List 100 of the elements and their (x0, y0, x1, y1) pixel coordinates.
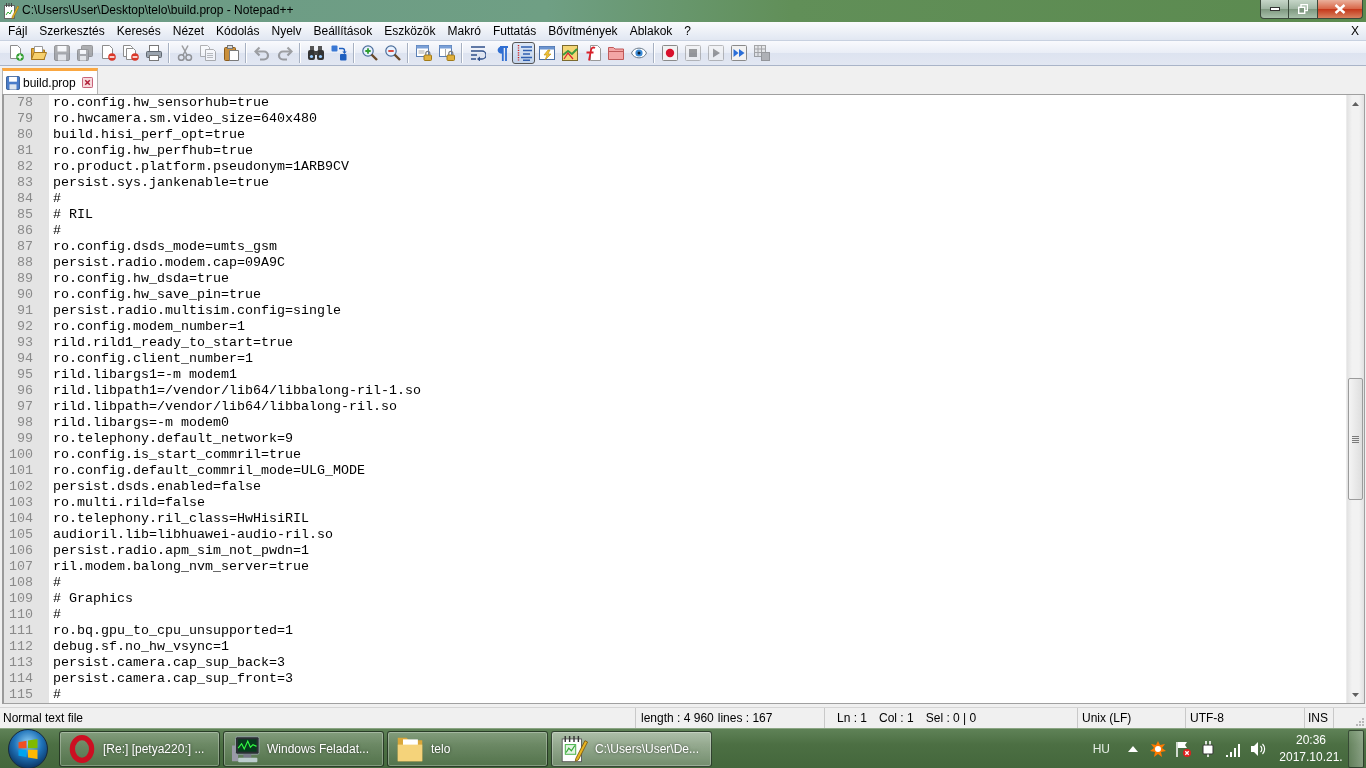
menu-item[interactable]: Kódolás (210, 22, 266, 40)
notepad-pencil-icon (560, 734, 588, 763)
code-line: # (53, 687, 61, 703)
replace-icon (330, 45, 347, 61)
show-desktop-button[interactable] (1348, 729, 1364, 768)
line-number: 110 (4, 607, 49, 623)
close-icon[interactable] (81, 77, 93, 88)
selection-size: Sel : 0 | 0 (925, 711, 977, 725)
line-number: 95 (4, 367, 49, 383)
document-tab[interactable]: build.prop (2, 68, 98, 94)
line-number: 115 (4, 687, 49, 703)
code-line: # (53, 191, 61, 207)
column-position: Col : 1 (879, 711, 914, 725)
clock-date[interactable]: 2017.10.21. (1279, 748, 1343, 766)
menu-item[interactable]: Keresés (110, 22, 167, 40)
encoding: UTF-8 (1190, 711, 1224, 725)
speaker-icon[interactable] (1250, 740, 1266, 757)
code-line: # (53, 575, 61, 591)
menu-item[interactable]: ? (678, 22, 697, 40)
line-number: 80 (4, 127, 49, 143)
language-indicator[interactable]: HU (1090, 741, 1112, 756)
menu-item[interactable]: Bővítmények (542, 22, 624, 40)
code-line: # Graphics (53, 591, 133, 607)
line-number: 111 (4, 623, 49, 639)
line-number: 105 (4, 527, 49, 543)
restore-button[interactable] (1289, 0, 1318, 19)
code-line: rild.libpath1=/vendor/lib64/libbalong-ril-1.so (53, 383, 421, 399)
close-icon (1334, 4, 1346, 14)
notepad-pencil-icon (3, 3, 19, 19)
code-line: ril.modem.balong_nvm_server=true (53, 559, 309, 575)
line-number: 78 (4, 95, 49, 111)
word-wrap-icon (469, 45, 486, 61)
eye-icon (630, 45, 647, 61)
line-position: Ln : 1 (837, 711, 868, 725)
line-number: 90 (4, 287, 49, 303)
window-lock-icon (438, 45, 455, 61)
code-line: rild.libargs1=-m modem1 (53, 367, 237, 383)
start-button[interactable] (8, 728, 48, 768)
copy-icon (199, 45, 216, 61)
menu-item[interactable]: Fájl (2, 22, 34, 40)
code-line: build.hisi_perf_opt=true (53, 127, 245, 143)
taskbar-button[interactable]: Windows Feladat... (223, 730, 384, 767)
line-number: 93 (4, 335, 49, 351)
code-line: ro.config.client_number=1 (53, 351, 253, 367)
flag-x-icon[interactable] (1175, 740, 1191, 757)
scissors-icon (176, 45, 193, 61)
menu-item[interactable]: Beállítások (307, 22, 379, 40)
code-line: ro.telephony.ril_class=HwHisiRIL (53, 511, 309, 527)
window-lightning-icon (538, 45, 555, 61)
clock-time[interactable]: 20:36 (1296, 731, 1326, 749)
code-line: rild.rild1_ready_to_start=true (53, 335, 293, 351)
minimize-icon (1269, 7, 1280, 11)
menu-item[interactable]: Nyelv (265, 22, 308, 40)
taskbar-button[interactable]: [Re:] [petya220:] ... (59, 730, 220, 767)
caret-down-icon (1352, 692, 1359, 697)
scrollbar-thumb[interactable] (1348, 378, 1363, 500)
save-all-icon (76, 45, 93, 61)
zoom-out-icon (384, 45, 401, 61)
menu-item[interactable]: Makró (441, 22, 487, 40)
line-number: 94 (4, 351, 49, 367)
line-number: 89 (4, 271, 49, 287)
editor[interactable] (2, 94, 1365, 704)
line-number: 85 (4, 207, 49, 223)
menu-item[interactable]: Szerkesztés (33, 22, 111, 40)
menu-item[interactable]: Futtatás (486, 22, 543, 40)
menu-item[interactable]: Eszközök (378, 22, 442, 40)
line-number: 103 (4, 495, 49, 511)
files-minus-icon (122, 45, 139, 61)
save-icon (53, 45, 70, 61)
redo-icon (276, 45, 293, 61)
resize-grip-icon[interactable] (1355, 717, 1364, 726)
line-number: 99 (4, 431, 49, 447)
line-number: 100 (4, 447, 49, 463)
splat-icon[interactable] (1150, 740, 1166, 757)
caret-up-icon[interactable] (1128, 745, 1138, 752)
code-line: persist.radio.multisim.config=single (53, 303, 341, 319)
line-ending: Unix (LF) (1082, 711, 1132, 725)
line-number: 81 (4, 143, 49, 159)
code-line: ro.config.hw_sensorhub=true (53, 95, 269, 111)
code-line: ro.multi.rild=false (53, 495, 205, 511)
grip-icon (1352, 435, 1359, 443)
menu-item[interactable]: Nézet (166, 22, 211, 40)
line-number: 98 (4, 415, 49, 431)
close-button[interactable] (1318, 0, 1363, 19)
file-minus-icon (99, 45, 116, 61)
power-plug-icon[interactable] (1200, 740, 1216, 757)
code-line: debug.sf.no_hw_vsync=1 (53, 639, 229, 655)
close-document-button[interactable]: X (1345, 22, 1365, 40)
vertical-scrollbar[interactable] (1346, 95, 1364, 703)
toolbar-button[interactable] (512, 42, 535, 64)
line-number: 112 (4, 639, 49, 655)
menu-item[interactable]: Ablakok (623, 22, 679, 40)
line-number: 109 (4, 591, 49, 607)
code-line: # RIL (53, 207, 93, 223)
zoom-in-icon (361, 45, 378, 61)
window-lock-icon (415, 45, 432, 61)
line-number: 107 (4, 559, 49, 575)
minimize-button[interactable] (1260, 0, 1289, 19)
taskbar-button[interactable]: telo (387, 730, 548, 767)
code-line: persist.dsds.enabled=false (53, 479, 261, 495)
